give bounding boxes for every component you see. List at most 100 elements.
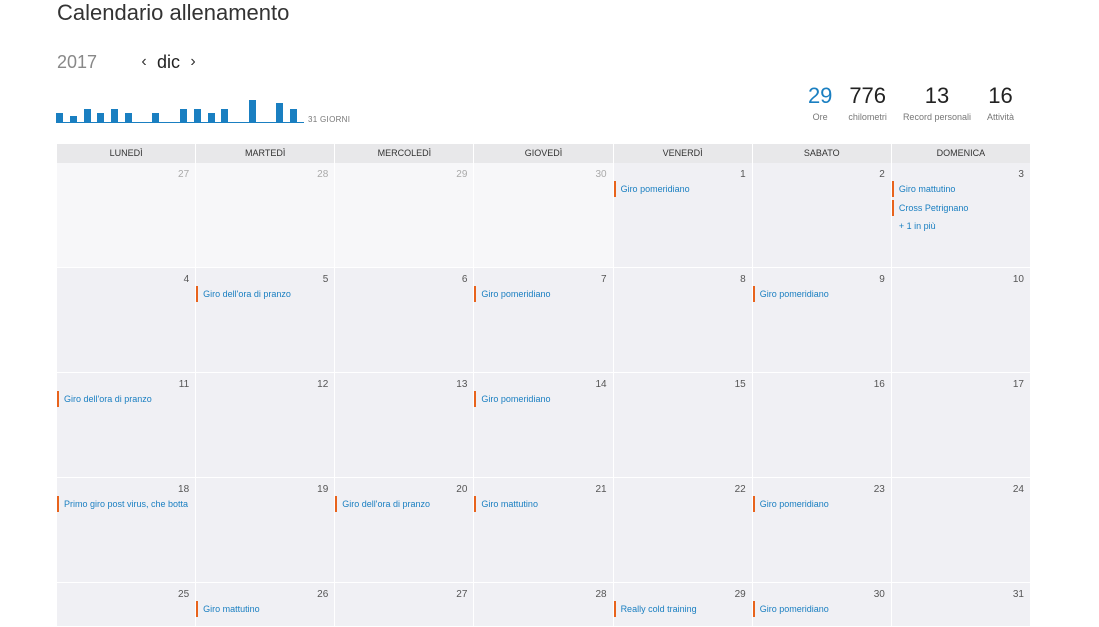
calendar-week: 11 Giro dell'ora di pranzo 12 13 14 Giro pome… (57, 373, 1030, 478)
activity-link[interactable]: Giro pomeridiano (752, 286, 887, 302)
day-number: 23 (873, 484, 885, 495)
activity-list: Giro pomeridiano (752, 601, 887, 620)
calendar-day[interactable]: 28 (196, 163, 336, 267)
calendar-day[interactable]: 31 (891, 583, 1030, 626)
page-title: Calendario allenamento (57, 0, 290, 25)
calendar-day[interactable]: 21 Giro mattutino (474, 478, 614, 582)
stat-records-value: 13 (924, 83, 950, 108)
stat-activities-label: Attività (986, 112, 1014, 122)
activity-link[interactable]: Giro pomeridiano (613, 181, 748, 197)
calendar-day[interactable]: 6 (335, 268, 475, 372)
calendar-day[interactable]: 26 Giro mattutino (196, 583, 336, 626)
calendar-day[interactable]: 29 (335, 163, 475, 267)
weekday-header: LUNEDÌ MARTEDÌ MERCOLEDÌ GIOVEDÌ VENERDÌ… (57, 144, 1030, 163)
calendar-day[interactable]: 1 Giro pomeridiano (613, 163, 753, 267)
stat-hours: 29 Ore (808, 82, 832, 122)
day-number: 8 (740, 274, 746, 285)
activity-link[interactable]: Giro pomeridiano (474, 391, 608, 407)
daily-histogram (56, 98, 304, 123)
year-label[interactable]: 2017 (57, 52, 135, 73)
calendar-day[interactable]: 22 (613, 478, 753, 582)
day-number: 30 (595, 169, 607, 180)
calendar-day[interactable]: 11 Giro dell'ora di pranzo (57, 373, 197, 477)
calendar-day[interactable]: 2 (752, 163, 892, 267)
stat-activities: 16 Attività (987, 82, 1014, 122)
stat-distance: 776 chilometri (848, 82, 887, 122)
activity-link[interactable]: Giro mattutino (474, 496, 608, 512)
calendar-day[interactable]: 8 (613, 268, 753, 372)
calendar-day[interactable]: 7 Giro pomeridiano (474, 268, 614, 372)
histogram-label: 31 GIORNI (308, 115, 351, 124)
day-number: 27 (178, 169, 190, 180)
activity-list: Giro pomeridiano (752, 496, 887, 515)
activity-link[interactable]: Giro pomeridiano (474, 286, 608, 302)
more-activities-link[interactable]: + 1 in più (892, 219, 1026, 233)
activity-list: Giro mattutino (196, 601, 330, 620)
calendar-day[interactable]: 16 (752, 373, 892, 477)
weekday-monday: LUNEDÌ (57, 144, 197, 163)
stat-hours-value: 29 (807, 83, 833, 108)
calendar-day[interactable]: 18 Primo giro post virus, che botta (57, 478, 197, 582)
day-number: 4 (183, 274, 190, 285)
activity-link[interactable]: Giro dell'ora di pranzo (335, 496, 469, 512)
day-number: 18 (178, 484, 190, 495)
activity-link[interactable]: Cross Petrignano (891, 200, 1026, 216)
calendar-day[interactable]: 15 (613, 373, 753, 477)
activity-link[interactable]: Giro pomeridiano (752, 601, 887, 617)
weekday-friday: VENERDÌ (614, 144, 753, 163)
day-number: 10 (1012, 274, 1024, 285)
next-month-icon[interactable]: › (184, 53, 202, 71)
day-number: 26 (317, 589, 329, 600)
day-number: 22 (734, 484, 746, 495)
calendar-day[interactable]: 3 Giro mattutino Cross Petrignano + 1 in pi… (891, 163, 1030, 267)
activity-link[interactable]: Giro mattutino (196, 601, 330, 617)
calendar-day[interactable]: 12 (196, 373, 336, 477)
day-number: 12 (317, 379, 329, 390)
stat-records: 13 Record personali (903, 82, 971, 122)
calendar-day[interactable]: 29 Really cold training (613, 583, 753, 626)
calendar-day[interactable]: 28 (474, 583, 614, 626)
activity-link[interactable]: Really cold training (613, 601, 748, 617)
calendar-day[interactable]: 10 (891, 268, 1030, 372)
activity-link[interactable]: Giro mattutino (891, 181, 1026, 197)
histogram-bar (180, 109, 187, 122)
calendar-day[interactable]: 20 Giro dell'ora di pranzo (335, 478, 475, 582)
day-number: 27 (456, 589, 468, 600)
calendar-day[interactable]: 9 Giro pomeridiano (752, 268, 892, 372)
calendar-day[interactable]: 4 (57, 268, 197, 372)
prev-month-icon[interactable]: ‹ (135, 53, 153, 71)
day-number: 15 (734, 379, 746, 390)
day-number: 14 (595, 379, 607, 390)
activity-list: Really cold training (613, 601, 748, 620)
day-number: 31 (1012, 589, 1024, 600)
calendar-day[interactable]: 24 (891, 478, 1030, 582)
calendar-day[interactable]: 13 (335, 373, 475, 477)
histogram-bar (124, 112, 132, 122)
calendar-week: 4 5 Giro dell'ora di pranzo 6 7 Giro pomeridi… (57, 268, 1030, 373)
stat-records-label: Record personali (902, 112, 971, 122)
calendar-day[interactable]: 30 Giro pomeridiano (752, 583, 892, 626)
calendar-day[interactable]: 14 Giro pomeridiano (474, 373, 614, 477)
day-number: 5 (322, 274, 329, 285)
activity-link[interactable]: Primo giro post virus, che botta (57, 496, 191, 512)
stat-hours-label: Ore (812, 112, 828, 122)
calendar-day[interactable]: 30 (474, 163, 614, 267)
activity-link[interactable]: Giro dell'ora di pranzo (196, 286, 330, 302)
stat-distance-value: 776 (849, 83, 887, 108)
calendar-day[interactable]: 27 (57, 163, 197, 267)
activity-link[interactable]: Giro pomeridiano (752, 496, 887, 512)
month-navigation: 2017 ‹ dic › (57, 50, 202, 74)
calendar-day[interactable]: 25 (57, 583, 197, 626)
calendar-day[interactable]: 19 (196, 478, 336, 582)
calendar-day[interactable]: 23 Giro pomeridiano (752, 478, 892, 582)
day-number: 28 (317, 169, 329, 180)
weekday-tuesday: MARTEDÌ (196, 144, 336, 163)
calendar-day[interactable]: 17 (891, 373, 1030, 477)
histogram-bar (111, 109, 119, 122)
weekday-sunday: DOMENICA (936, 148, 986, 158)
calendar-day[interactable]: 27 (335, 583, 475, 626)
activity-list: Giro mattutino (474, 496, 608, 515)
calendar-day[interactable]: 5 Giro dell'ora di pranzo (196, 268, 336, 372)
activity-list: Giro pomeridiano (474, 391, 608, 410)
activity-link[interactable]: Giro dell'ora di pranzo (57, 391, 191, 407)
